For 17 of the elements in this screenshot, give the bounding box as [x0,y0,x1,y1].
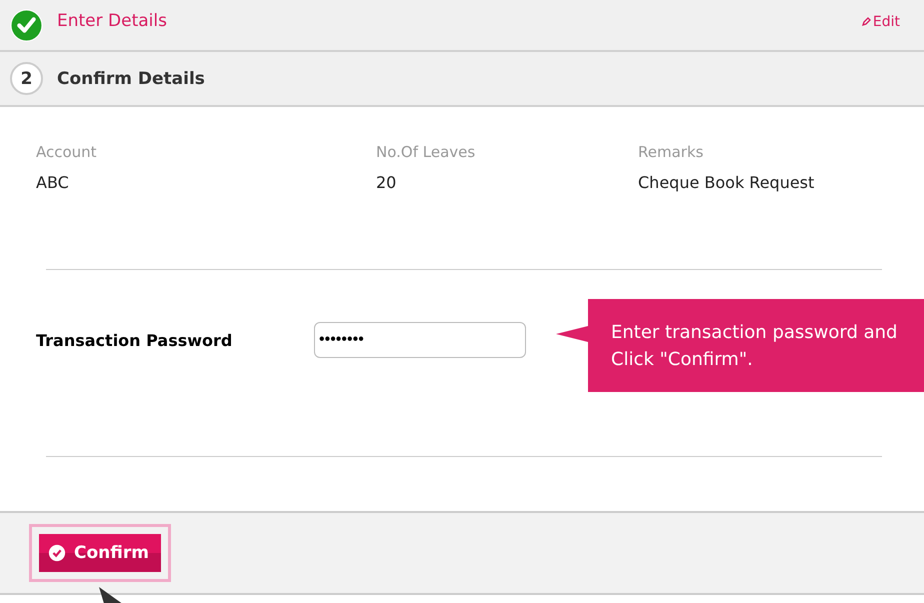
password-label: Transaction Password [36,330,234,350]
field-label: Remarks [638,143,704,161]
pencil-icon [860,17,871,27]
step-title: Confirm Details [57,68,205,88]
field-value: ABC [36,173,70,192]
confirm-button[interactable]: Confirm [39,534,161,572]
field-label: No.Of Leaves [376,143,476,161]
step-number: 2 [10,62,43,95]
field-value: 20 [376,173,398,192]
check-circle-icon [48,544,66,562]
check-circle-icon [10,8,43,42]
password-field[interactable]: •••••••• [314,322,526,358]
field-value: Cheque Book Request [638,173,816,192]
field-label: Account [36,143,98,161]
step-title: Enter Details [57,11,167,31]
edit-link[interactable]: Edit [860,14,900,30]
tooltip: Enter transaction password and Click "Confirm". [556,299,924,392]
